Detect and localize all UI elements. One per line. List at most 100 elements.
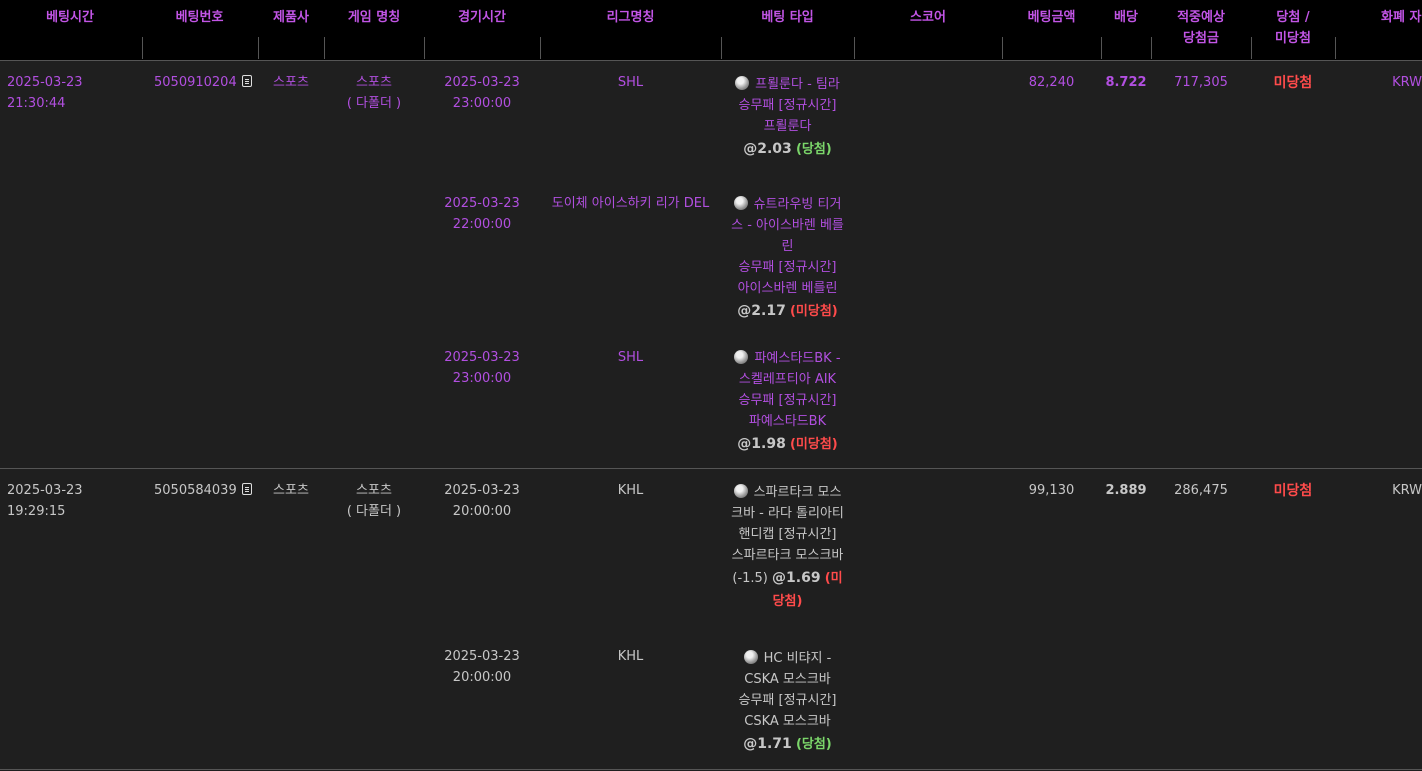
leg-outcome: (미당첨) xyxy=(789,304,838,319)
currency: KRW xyxy=(1392,75,1422,90)
bet-number-text: 5050910204 xyxy=(154,75,237,90)
league-name: KHL xyxy=(617,649,644,664)
header-provider[interactable]: 제품사 xyxy=(259,0,323,60)
header-divider xyxy=(1335,37,1336,59)
header-divider xyxy=(854,37,855,59)
copy-icon[interactable] xyxy=(241,75,252,87)
bet-number: 5050910204 xyxy=(142,72,257,93)
league-name: KHL xyxy=(617,483,644,498)
game-name-main: 스포츠 xyxy=(356,75,392,90)
bet-type-line: CSKA 모스크바 xyxy=(744,672,831,687)
bet-type: 스파르타크 모스 크바 - 라다 톨리아티 핸디캡 [정규시간] 스파르타크 모… xyxy=(722,482,853,613)
game-clock: 22:00:00 xyxy=(452,217,512,232)
header-league[interactable]: 리그명칭 xyxy=(541,0,720,60)
bet-type-line: 크바 - 라다 톨리아티 xyxy=(731,506,844,521)
game-time: 2025-03-23 20:00:00 xyxy=(425,480,539,522)
game-time: 2025-03-23 23:00:00 xyxy=(425,347,539,389)
bet-type-line: 스파르타크 모스 xyxy=(753,485,842,500)
header-expected[interactable]: 적중예상 당첨금 xyxy=(1152,0,1250,60)
game-time: 2025-03-23 22:00:00 xyxy=(425,193,539,235)
result-status: 미당첨 xyxy=(1273,483,1313,499)
hockey-puck-icon xyxy=(735,76,750,90)
currency: KRW xyxy=(1392,483,1422,498)
expected-payout: 717,305 xyxy=(1174,75,1228,90)
header-currency[interactable]: 화폐 자 xyxy=(1336,0,1422,60)
bet-type-line: 승무패 [정규시간] xyxy=(738,393,837,408)
game-date: 2025-03-23 xyxy=(444,483,520,498)
header-bet-no[interactable]: 베팅번호 xyxy=(142,0,257,60)
leg-outcome: (미당첨) xyxy=(789,437,838,452)
table-header: 베팅시간 베팅번호 제품사 게임 명칭 경기시간 리그명칭 베팅 타입 스코어 … xyxy=(0,0,1422,61)
header-score[interactable]: 스코어 xyxy=(855,0,1001,60)
header-divider xyxy=(721,37,722,59)
game-clock: 20:00:00 xyxy=(452,670,512,685)
provider: 스포츠 xyxy=(273,75,309,90)
hockey-puck-icon xyxy=(743,650,758,664)
hockey-puck-icon xyxy=(733,484,748,498)
bet-type-line: 스 - 아이스바렌 베를 xyxy=(731,218,844,233)
header-divider xyxy=(1151,37,1152,59)
bet-type: 파예스타드BK - 스켈레프티아 AIK 승무패 [정규시간] 파예스타드BK … xyxy=(722,348,853,457)
leg-odds: @2.17 xyxy=(737,303,786,319)
game-name-sub: ( 다폴더 ) xyxy=(346,96,402,111)
header-bet-type[interactable]: 베팅 타입 xyxy=(722,0,853,60)
header-divider xyxy=(324,37,325,59)
game-name-main: 스포츠 xyxy=(356,483,392,498)
bet-type-line: 슈트라우빙 티거 xyxy=(753,197,842,212)
header-result-line2: 미당첨 xyxy=(1275,31,1311,46)
header-divider xyxy=(258,37,259,59)
bet-type-line: 승무패 [정규시간] xyxy=(738,260,837,275)
bet-type-line: 승무패 [정규시간] xyxy=(738,98,837,113)
bet-type: 프뢸룬다 - 팀라 승무패 [정규시간] 프뢸룬다 @2.03 (당첨) xyxy=(722,74,853,162)
bet-type-line: 프뢸룬다 - 팀라 xyxy=(755,77,840,92)
table-row: 2025-03-23 21:30:44 5050910204 스포츠 스포츠 (… xyxy=(0,61,1422,469)
header-expected-line2: 당첨금 xyxy=(1183,31,1219,46)
header-divider xyxy=(424,37,425,59)
header-divider xyxy=(1251,37,1252,59)
game-time: 2025-03-23 23:00:00 xyxy=(425,72,539,114)
leg-outcome-part: 당첨) xyxy=(772,594,803,609)
header-divider xyxy=(1101,37,1102,59)
bet-type: HC 비탸지 - CSKA 모스크바 승무패 [정규시간] CSKA 모스크바 … xyxy=(722,648,853,757)
header-divider xyxy=(142,37,143,59)
leg-odds: @1.98 xyxy=(737,436,786,452)
header-game-time[interactable]: 경기시간 xyxy=(425,0,539,60)
header-odds[interactable]: 배당 xyxy=(1102,0,1150,60)
leg-odds: @1.71 xyxy=(743,736,792,752)
result-status: 미당첨 xyxy=(1273,75,1313,91)
bet-type-line: 아이스바렌 베를린 xyxy=(737,281,838,296)
hockey-puck-icon xyxy=(733,196,748,210)
header-game-name[interactable]: 게임 명칭 xyxy=(325,0,423,60)
bet-type: 슈트라우빙 티거 스 - 아이스바렌 베를 린 승무패 [정규시간] 아이스바렌… xyxy=(722,194,853,324)
bet-type-line: 파예스타드BK - xyxy=(754,351,841,366)
league-name: 도이체 아이스하키 리가 DEL xyxy=(551,196,710,211)
game-time: 2025-03-23 20:00:00 xyxy=(425,646,539,688)
bet-type-line: HC 비탸지 - xyxy=(763,651,832,666)
header-divider xyxy=(1002,37,1003,59)
copy-icon[interactable] xyxy=(241,483,252,495)
header-bet-amount[interactable]: 베팅금액 xyxy=(1003,0,1100,60)
bet-number: 5050584039 xyxy=(142,480,257,501)
game-clock: 20:00:00 xyxy=(452,504,512,519)
bet-type-line: 스켈레프티아 AIK xyxy=(738,372,837,387)
hockey-puck-icon xyxy=(734,350,749,364)
leg-outcome: (당첨) xyxy=(795,737,832,752)
leg-outcome: (당첨) xyxy=(795,142,832,157)
bet-time: 2025-03-23 19:29:15 xyxy=(7,483,83,519)
header-bet-time[interactable]: 베팅시간 xyxy=(0,0,140,60)
total-odds: 2.889 xyxy=(1105,483,1147,498)
leg-odds: @1.69 xyxy=(772,570,821,586)
bet-type-line: 린 xyxy=(781,239,794,254)
header-result[interactable]: 당첨 / 미당첨 xyxy=(1252,0,1334,60)
bet-number-text: 5050584039 xyxy=(154,483,237,498)
provider: 스포츠 xyxy=(273,483,309,498)
league-name: SHL xyxy=(617,75,644,90)
game-date: 2025-03-23 xyxy=(444,75,520,90)
game-date: 2025-03-23 xyxy=(444,649,520,664)
bet-type-line: 파예스타드BK xyxy=(748,414,827,429)
header-result-line1: 당첨 / xyxy=(1276,10,1310,25)
bet-time: 2025-03-23 21:30:44 xyxy=(7,75,83,111)
header-divider xyxy=(540,37,541,59)
bet-amount: 82,240 xyxy=(1028,75,1075,90)
game-name: 스포츠 ( 다폴더 ) xyxy=(325,72,423,114)
